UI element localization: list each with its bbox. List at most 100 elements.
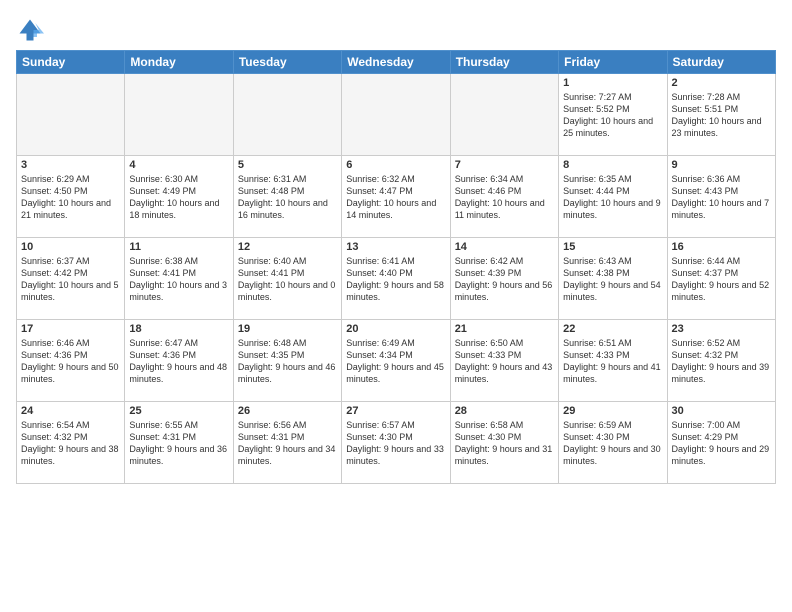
day-number: 5 [238, 159, 337, 171]
weekday-header-row: SundayMondayTuesdayWednesdayThursdayFrid… [17, 51, 776, 74]
day-number: 17 [21, 323, 120, 335]
calendar-cell: 11 Sunrise: 6:38 AMSunset: 4:41 PMDayligh… [125, 238, 233, 320]
day-number: 9 [672, 159, 771, 171]
day-info: Sunrise: 6:31 AMSunset: 4:48 PMDaylight:… [238, 173, 337, 222]
weekday-header-thursday: Thursday [450, 51, 558, 74]
day-info: Sunrise: 6:43 AMSunset: 4:38 PMDaylight:… [563, 255, 662, 304]
day-number: 19 [238, 323, 337, 335]
day-number: 30 [672, 405, 771, 417]
day-info: Sunrise: 6:58 AMSunset: 4:30 PMDaylight:… [455, 419, 554, 468]
calendar-cell: 19 Sunrise: 6:48 AMSunset: 4:35 PMDayligh… [233, 320, 341, 402]
weekday-header-friday: Friday [559, 51, 667, 74]
day-number: 6 [346, 159, 445, 171]
day-info: Sunrise: 7:28 AMSunset: 5:51 PMDaylight:… [672, 91, 771, 140]
day-number: 23 [672, 323, 771, 335]
calendar-cell: 3 Sunrise: 6:29 AMSunset: 4:50 PMDaylight… [17, 156, 125, 238]
day-info: Sunrise: 6:29 AMSunset: 4:50 PMDaylight:… [21, 173, 120, 222]
calendar-cell: 2 Sunrise: 7:28 AMSunset: 5:51 PMDaylight… [667, 74, 775, 156]
day-number: 28 [455, 405, 554, 417]
day-info: Sunrise: 6:37 AMSunset: 4:42 PMDaylight:… [21, 255, 120, 304]
day-number: 7 [455, 159, 554, 171]
day-number: 8 [563, 159, 662, 171]
day-number: 14 [455, 241, 554, 253]
weekday-header-sunday: Sunday [17, 51, 125, 74]
calendar-cell: 23 Sunrise: 6:52 AMSunset: 4:32 PMDayligh… [667, 320, 775, 402]
day-info: Sunrise: 6:38 AMSunset: 4:41 PMDaylight:… [129, 255, 228, 304]
calendar-cell: 14 Sunrise: 6:42 AMSunset: 4:39 PMDayligh… [450, 238, 558, 320]
calendar-cell: 17 Sunrise: 6:46 AMSunset: 4:36 PMDayligh… [17, 320, 125, 402]
calendar-cell: 12 Sunrise: 6:40 AMSunset: 4:41 PMDayligh… [233, 238, 341, 320]
calendar-table: SundayMondayTuesdayWednesdayThursdayFrid… [16, 50, 776, 484]
calendar-cell: 21Sunrise: 6:50 AMSunset: 4:33 PMDayligh… [450, 320, 558, 402]
day-info: Sunrise: 6:40 AMSunset: 4:41 PMDaylight:… [238, 255, 337, 304]
calendar-cell: 20Sunrise: 6:49 AMSunset: 4:34 PMDayligh… [342, 320, 450, 402]
weekday-header-wednesday: Wednesday [342, 51, 450, 74]
day-info: Sunrise: 6:51 AMSunset: 4:33 PMDaylight:… [563, 337, 662, 386]
calendar-cell [342, 74, 450, 156]
calendar-cell: 27 Sunrise: 6:57 AMSunset: 4:30 PMDayligh… [342, 402, 450, 484]
day-number: 4 [129, 159, 228, 171]
day-number: 24 [21, 405, 120, 417]
day-number: 27 [346, 405, 445, 417]
day-number: 16 [672, 241, 771, 253]
calendar-cell [125, 74, 233, 156]
calendar-cell [17, 74, 125, 156]
day-number: 13 [346, 241, 445, 253]
day-info: Sunrise: 6:42 AMSunset: 4:39 PMDaylight:… [455, 255, 554, 304]
day-info: Sunrise: 6:41 AMSunset: 4:40 PMDaylight:… [346, 255, 445, 304]
day-info: Sunrise: 6:57 AMSunset: 4:30 PMDaylight:… [346, 419, 445, 468]
day-info: Sunrise: 7:00 AMSunset: 4:29 PMDaylight:… [672, 419, 771, 468]
day-number: 11 [129, 241, 228, 253]
day-info: Sunrise: 6:46 AMSunset: 4:36 PMDaylight:… [21, 337, 120, 386]
calendar-week-row: 10 Sunrise: 6:37 AMSunset: 4:42 PMDayligh… [17, 238, 776, 320]
day-number: 2 [672, 77, 771, 89]
calendar-cell: 7 Sunrise: 6:34 AMSunset: 4:46 PMDaylight… [450, 156, 558, 238]
day-number: 12 [238, 241, 337, 253]
day-info: Sunrise: 7:27 AMSunset: 5:52 PMDaylight:… [563, 91, 662, 140]
calendar-cell: 1 Sunrise: 7:27 AMSunset: 5:52 PMDaylight… [559, 74, 667, 156]
day-info: Sunrise: 6:32 AMSunset: 4:47 PMDaylight:… [346, 173, 445, 222]
day-number: 15 [563, 241, 662, 253]
day-number: 3 [21, 159, 120, 171]
day-info: Sunrise: 6:34 AMSunset: 4:46 PMDaylight:… [455, 173, 554, 222]
day-info: Sunrise: 6:59 AMSunset: 4:30 PMDaylight:… [563, 419, 662, 468]
calendar-cell: 28 Sunrise: 6:58 AMSunset: 4:30 PMDayligh… [450, 402, 558, 484]
day-number: 22 [563, 323, 662, 335]
day-info: Sunrise: 6:30 AMSunset: 4:49 PMDaylight:… [129, 173, 228, 222]
calendar-cell: 13 Sunrise: 6:41 AMSunset: 4:40 PMDayligh… [342, 238, 450, 320]
calendar-cell: 18 Sunrise: 6:47 AMSunset: 4:36 PMDayligh… [125, 320, 233, 402]
header [16, 12, 776, 44]
day-info: Sunrise: 6:54 AMSunset: 4:32 PMDaylight:… [21, 419, 120, 468]
calendar-cell: 25Sunrise: 6:55 AMSunset: 4:31 PMDayligh… [125, 402, 233, 484]
day-number: 21 [455, 323, 554, 335]
day-info: Sunrise: 6:56 AMSunset: 4:31 PMDaylight:… [238, 419, 337, 468]
calendar-cell [450, 74, 558, 156]
day-number: 10 [21, 241, 120, 253]
day-info: Sunrise: 6:35 AMSunset: 4:44 PMDaylight:… [563, 173, 662, 222]
calendar-cell: 4 Sunrise: 6:30 AMSunset: 4:49 PMDaylight… [125, 156, 233, 238]
day-info: Sunrise: 6:36 AMSunset: 4:43 PMDaylight:… [672, 173, 771, 222]
day-info: Sunrise: 6:47 AMSunset: 4:36 PMDaylight:… [129, 337, 228, 386]
calendar-cell: 9 Sunrise: 6:36 AMSunset: 4:43 PMDaylight… [667, 156, 775, 238]
weekday-header-monday: Monday [125, 51, 233, 74]
day-info: Sunrise: 6:48 AMSunset: 4:35 PMDaylight:… [238, 337, 337, 386]
day-number: 18 [129, 323, 228, 335]
day-number: 1 [563, 77, 662, 89]
calendar-cell: 8 Sunrise: 6:35 AMSunset: 4:44 PMDaylight… [559, 156, 667, 238]
calendar-week-row: 1 Sunrise: 7:27 AMSunset: 5:52 PMDaylight… [17, 74, 776, 156]
weekday-header-tuesday: Tuesday [233, 51, 341, 74]
calendar-week-row: 24 Sunrise: 6:54 AMSunset: 4:32 PMDayligh… [17, 402, 776, 484]
day-number: 26 [238, 405, 337, 417]
day-number: 25 [129, 405, 228, 417]
calendar-cell: 24 Sunrise: 6:54 AMSunset: 4:32 PMDayligh… [17, 402, 125, 484]
calendar-cell: 22 Sunrise: 6:51 AMSunset: 4:33 PMDayligh… [559, 320, 667, 402]
day-info: Sunrise: 6:52 AMSunset: 4:32 PMDaylight:… [672, 337, 771, 386]
calendar-cell: 6 Sunrise: 6:32 AMSunset: 4:47 PMDaylight… [342, 156, 450, 238]
calendar-cell: 15 Sunrise: 6:43 AMSunset: 4:38 PMDayligh… [559, 238, 667, 320]
calendar-cell: 30 Sunrise: 7:00 AMSunset: 4:29 PMDayligh… [667, 402, 775, 484]
day-number: 29 [563, 405, 662, 417]
day-info: Sunrise: 6:49 AMSunset: 4:34 PMDaylight:… [346, 337, 445, 386]
calendar-cell: 16Sunrise: 6:44 AMSunset: 4:37 PMDayligh… [667, 238, 775, 320]
logo-icon [16, 16, 44, 44]
weekday-header-saturday: Saturday [667, 51, 775, 74]
